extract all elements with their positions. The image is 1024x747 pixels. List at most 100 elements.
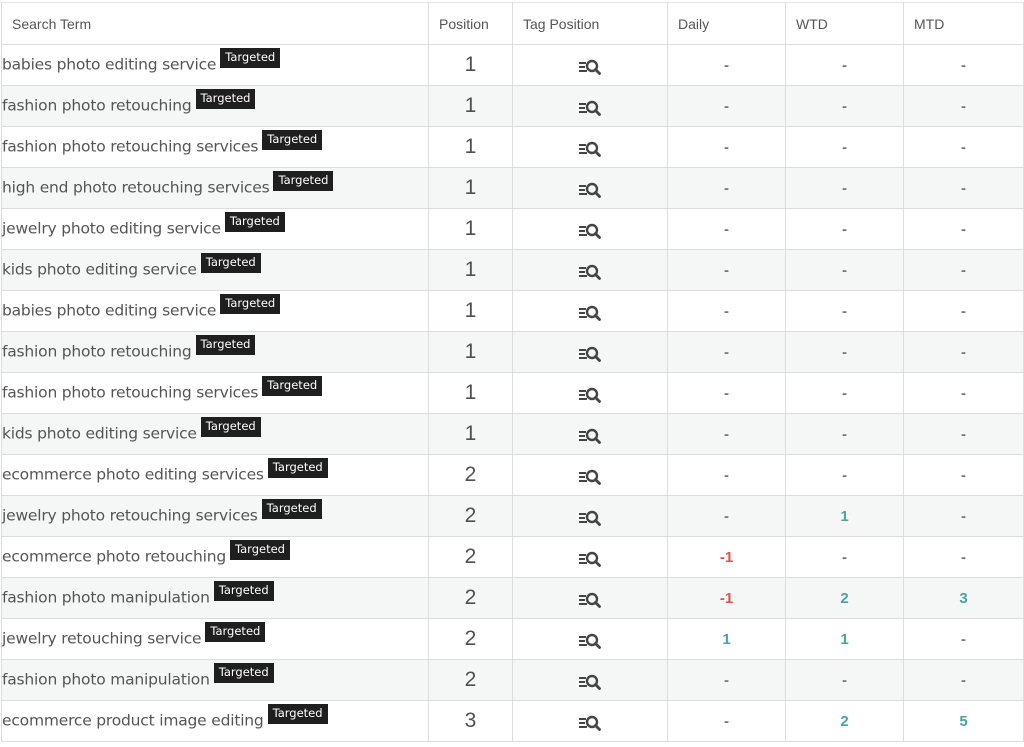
- header-search-term[interactable]: Search Term: [1, 2, 429, 45]
- mtd-change-cell: -: [903, 413, 1024, 455]
- tag-position-cell: [512, 331, 668, 373]
- targeted-badge: Targeted: [205, 621, 266, 642]
- wtd-change-cell: 2: [785, 577, 904, 619]
- tag-position-cell: [512, 85, 668, 127]
- targeted-badge: Targeted: [261, 498, 322, 519]
- list-search-icon[interactable]: [578, 55, 602, 75]
- list-search-icon[interactable]: [578, 588, 602, 608]
- wtd-change-cell: -: [785, 208, 904, 250]
- search-term-text: high end photo retouching services: [2, 178, 270, 196]
- mtd-change-cell: -: [903, 372, 1024, 414]
- header-position[interactable]: Position: [428, 2, 513, 45]
- wtd-change-cell: 1: [785, 618, 904, 660]
- wtd-change-cell: -: [785, 331, 904, 373]
- wtd-change-cell: -: [785, 85, 904, 127]
- list-search-icon[interactable]: [578, 137, 602, 157]
- search-term-cell: ecommerce product image editing Targeted: [1, 700, 429, 742]
- daily-change-cell: -: [667, 659, 786, 701]
- header-tag-position[interactable]: Tag Position: [512, 2, 668, 45]
- list-search-icon[interactable]: [578, 629, 602, 649]
- list-search-icon[interactable]: [578, 711, 602, 731]
- wtd-change-cell: -: [785, 126, 904, 168]
- search-term-cell: fashion photo retouching Targeted: [1, 85, 429, 127]
- search-term-cell: fashion photo retouching services Targete…: [1, 126, 429, 168]
- header-mtd[interactable]: MTD: [903, 2, 1024, 45]
- wtd-change-cell: -: [785, 249, 904, 291]
- tag-position-cell: [512, 577, 668, 619]
- position-cell: 2: [428, 618, 513, 660]
- daily-change-cell: -: [667, 413, 786, 455]
- position-cell: 1: [428, 167, 513, 209]
- wtd-change-cell: -: [785, 536, 904, 578]
- tag-position-cell: [512, 44, 668, 86]
- list-search-icon[interactable]: [578, 178, 602, 198]
- targeted-badge: Targeted: [195, 88, 256, 109]
- list-search-icon[interactable]: [578, 424, 602, 444]
- header-daily[interactable]: Daily: [667, 2, 786, 45]
- keyword-ranking-table: Search Term Position Tag Position Daily …: [1, 2, 1024, 742]
- list-search-icon[interactable]: [578, 670, 602, 690]
- search-term-cell: fashion photo retouching services Targete…: [1, 372, 429, 414]
- position-cell: 1: [428, 126, 513, 168]
- list-search-icon[interactable]: [578, 260, 602, 280]
- position-cell: 1: [428, 331, 513, 373]
- targeted-badge: Targeted: [220, 293, 281, 314]
- daily-change-cell: -1: [667, 536, 786, 578]
- table-row: fashion photo retouching Targeted 1 - - -: [1, 85, 1024, 127]
- list-search-icon[interactable]: [578, 547, 602, 567]
- search-term-cell: jewelry photo retouching services Targete…: [1, 495, 429, 537]
- mtd-change-cell: -: [903, 331, 1024, 373]
- tag-position-cell: [512, 454, 668, 496]
- tag-position-cell: [512, 495, 668, 537]
- list-search-icon[interactable]: [578, 342, 602, 362]
- header-wtd[interactable]: WTD: [785, 2, 904, 45]
- tag-position-cell: [512, 659, 668, 701]
- position-cell: 1: [428, 372, 513, 414]
- mtd-change-cell: 5: [903, 700, 1024, 742]
- mtd-change-cell: -: [903, 167, 1024, 209]
- daily-change-cell: -: [667, 700, 786, 742]
- mtd-change-cell: -: [903, 454, 1024, 496]
- targeted-badge: Targeted: [262, 129, 323, 150]
- position-cell: 2: [428, 454, 513, 496]
- search-term-text: kids photo editing service: [2, 424, 197, 442]
- daily-change-cell: -: [667, 167, 786, 209]
- position-cell: 2: [428, 659, 513, 701]
- tag-position-cell: [512, 700, 668, 742]
- table-row: fashion photo manipulation Targeted 2 -1 …: [1, 577, 1024, 619]
- table-row: jewelry photo retouching services Targete…: [1, 495, 1024, 537]
- list-search-icon[interactable]: [578, 219, 602, 239]
- search-term-text: fashion photo retouching services: [2, 383, 259, 401]
- list-search-icon[interactable]: [578, 383, 602, 403]
- targeted-badge: Targeted: [195, 334, 256, 355]
- mtd-change-cell: -: [903, 618, 1024, 660]
- position-cell: 2: [428, 577, 513, 619]
- search-term-text: kids photo editing service: [2, 260, 197, 278]
- table-row: kids photo editing service Targeted 1 - -…: [1, 249, 1024, 291]
- targeted-badge: Targeted: [262, 375, 323, 396]
- table-row: high end photo retouching services Target…: [1, 167, 1024, 209]
- position-cell: 1: [428, 413, 513, 455]
- targeted-badge: Targeted: [200, 416, 261, 437]
- mtd-change-cell: -: [903, 44, 1024, 86]
- wtd-change-cell: -: [785, 290, 904, 332]
- list-search-icon[interactable]: [578, 301, 602, 321]
- daily-change-cell: -: [667, 85, 786, 127]
- tag-position-cell: [512, 167, 668, 209]
- search-term-text: ecommerce photo editing services: [2, 465, 264, 483]
- list-search-icon[interactable]: [578, 465, 602, 485]
- mtd-change-cell: -: [903, 126, 1024, 168]
- table-row: fashion photo retouching services Targete…: [1, 126, 1024, 168]
- search-term-cell: kids photo editing service Targeted: [1, 249, 429, 291]
- list-search-icon[interactable]: [578, 96, 602, 116]
- search-term-text: ecommerce product image editing: [2, 711, 264, 729]
- table-row: fashion photo retouching services Targete…: [1, 372, 1024, 414]
- targeted-badge: Targeted: [200, 252, 261, 273]
- targeted-badge: Targeted: [267, 457, 328, 478]
- daily-change-cell: -: [667, 331, 786, 373]
- daily-change-cell: -: [667, 290, 786, 332]
- table-body: babies photo editing service Targeted 1 -…: [1, 44, 1024, 742]
- tag-position-cell: [512, 249, 668, 291]
- tag-position-cell: [512, 536, 668, 578]
- list-search-icon[interactable]: [578, 506, 602, 526]
